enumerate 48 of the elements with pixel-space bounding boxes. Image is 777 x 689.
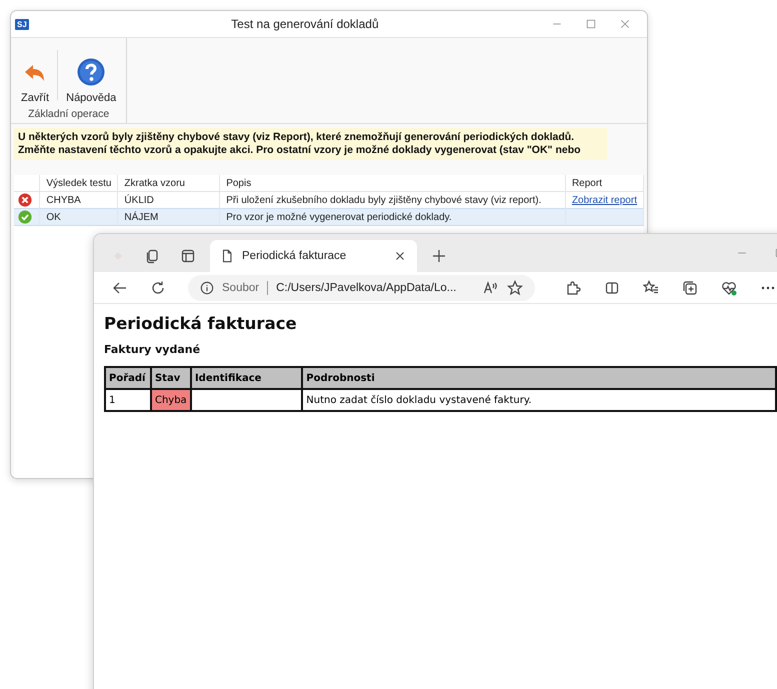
new-tab-icon[interactable] [431,248,447,264]
column-header: Podrobnosti [302,367,776,389]
column-header[interactable]: Popis [220,175,566,192]
table-cell: CHYBA [46,194,81,206]
table-cell: Při uložení zkušebního dokladu byly zjištěny chybové stavy (viz report). [226,194,542,206]
status-cell: Chyba [150,389,191,411]
vertical-tabs-icon[interactable] [180,248,196,264]
table-cell: Nutno zadat číslo dokladu vystavené faktury. [302,389,776,411]
warning-message: U některých vzorů byly zjištěny chybové stavy (viz Report), které znemožňují generování periodických dokladů. Změňte nastavení těchto vzorů a opakujte akci. Pro ostatní vzory je možné doklady vygenerovat (stav "OK" nebo [14,128,607,160]
address-bar[interactable]: Soubor C:/Users/JPavelkova/AppData/Lo... [188,274,535,300]
column-header[interactable]: Výsledek testu [40,175,118,192]
info-icon [200,280,214,294]
column-header: Stav [150,367,191,389]
split-screen-icon[interactable] [604,280,620,296]
table-cell: NÁJEM [124,212,158,222]
maximize-icon[interactable] [585,18,597,30]
favorite-star-icon[interactable] [507,280,523,296]
page-icon [220,249,234,263]
error-icon [18,193,32,207]
window-title: Test na generování dokladů [230,17,380,31]
browser-tab[interactable]: Periodická fakturace [210,240,417,272]
table-cell: ÚKLID [124,194,154,206]
heart-pulse-icon[interactable] [721,280,737,296]
column-header[interactable]: Zkratka vzoru [118,175,220,192]
help-icon [77,58,106,86]
favorites-icon[interactable] [643,280,659,296]
table-cell: 1 [105,389,151,411]
back-icon[interactable] [112,280,128,296]
close-button[interactable]: Zavřít [17,44,54,106]
column-header: Identifikace [190,367,302,389]
table-cell: OK [46,212,61,222]
read-aloud-icon[interactable] [483,280,499,296]
column-header: Pořadí [105,367,151,389]
report-link[interactable]: Zobrazit report [572,194,637,206]
section-heading: Faktury vydané [104,343,202,356]
help-button[interactable]: Nápověda [62,44,120,106]
check-icon [18,210,32,224]
collections-icon[interactable] [682,280,698,296]
page-heading: Periodická fakturace [104,314,298,333]
url-text: C:/Users/JPavelkova/AppData/Lo... [276,282,458,294]
table-cell: Pro vzor je možné vygenerovat periodické doklady. [226,212,452,222]
column-header[interactable]: Report [565,175,644,192]
refresh-icon[interactable] [150,280,166,296]
scheme-label: Soubor [222,282,260,294]
puzzle-icon[interactable] [565,280,581,296]
group-label: Základní operace [27,107,110,120]
app-logo: SJ [15,18,29,30]
tab-actions-icon[interactable] [144,248,160,264]
